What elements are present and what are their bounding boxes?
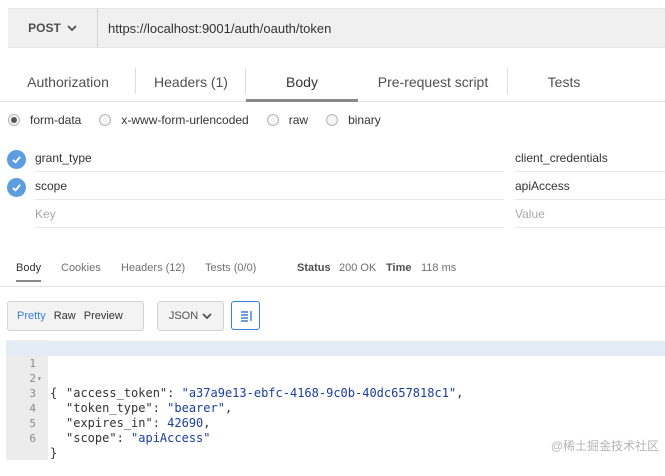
json-key: "scope": [66, 431, 117, 445]
view-mode-group: Pretty Raw Preview: [7, 301, 144, 331]
response-tab-headers[interactable]: Headers (12): [121, 262, 185, 274]
radio-form-data[interactable]: form-data: [8, 113, 81, 127]
tab-headers[interactable]: Headers (1): [136, 62, 246, 101]
tab-body[interactable]: Body: [246, 62, 358, 102]
form-value-field[interactable]: apiAccess: [515, 172, 665, 200]
watermark: @稀土掘金技术社区: [550, 439, 659, 453]
form-key-field[interactable]: scope: [35, 172, 504, 200]
form-row: grant_type client_credentials: [0, 144, 665, 172]
method-label: POST: [28, 21, 61, 35]
time-value: 118 ms: [421, 262, 457, 274]
chevron-down-icon: [67, 25, 77, 32]
form-row: scope apiAccess: [0, 172, 665, 200]
chevron-down-icon: [202, 313, 212, 320]
status-label: Status: [297, 262, 331, 274]
request-bar: POST https://localhost:9001/auth/oauth/t…: [8, 8, 665, 48]
json-value: "apiAccess": [131, 431, 211, 445]
radio-icon[interactable]: [99, 114, 112, 126]
code-line: 2 "access_token": "a37a9e13-ebfc-4168-9c…: [0, 356, 665, 400]
raw-button[interactable]: Raw: [50, 310, 80, 322]
response-tab-body[interactable]: Body: [16, 262, 42, 282]
tab-authorization[interactable]: Authorization: [0, 62, 136, 101]
radio-raw[interactable]: raw: [266, 113, 308, 127]
divider: [0, 286, 665, 287]
status-value: 200 OK: [339, 262, 377, 274]
pretty-button[interactable]: Pretty: [13, 310, 50, 322]
checkbox-checked-icon[interactable]: [7, 150, 26, 169]
radio-binary[interactable]: binary: [326, 113, 381, 127]
response-tabs: Body Cookies Headers (12) Tests (0/0) St…: [0, 256, 665, 284]
body-type-selector: form-data x-www-form-urlencoded raw bina…: [8, 112, 399, 128]
wrap-lines-button[interactable]: [231, 301, 260, 330]
wrap-lines-icon: [240, 310, 252, 322]
method-dropdown[interactable]: POST: [8, 9, 98, 47]
response-tab-cookies[interactable]: Cookies: [61, 262, 101, 274]
preview-button[interactable]: Preview: [80, 310, 127, 322]
tab-tests[interactable]: Tests: [508, 62, 620, 101]
radio-icon[interactable]: [266, 114, 279, 126]
radio-icon[interactable]: [326, 114, 339, 126]
tab-pre-request-script[interactable]: Pre-request script: [358, 62, 508, 101]
line-number: 6: [29, 432, 36, 445]
radio-checked-icon[interactable]: [8, 114, 20, 126]
value-input-placeholder[interactable]: Value: [515, 200, 665, 228]
code-line: 3 "token_type": "bearer",: [0, 371, 665, 415]
checkbox-checked-icon[interactable]: [7, 178, 26, 197]
code-text: }: [50, 446, 58, 460]
form-key-field[interactable]: grant_type: [35, 144, 504, 172]
url-input[interactable]: https://localhost:9001/auth/oauth/token: [98, 21, 331, 36]
form-row-empty: Key Value: [0, 200, 665, 228]
code-line: 5 "scope": "apiAccess": [0, 401, 665, 445]
response-tab-tests[interactable]: Tests (0/0): [205, 262, 256, 274]
code-line: 6 }: [0, 416, 665, 460]
request-tabs: Authorization Headers (1) Body Pre-reque…: [0, 62, 665, 102]
key-input-placeholder[interactable]: Key: [35, 200, 504, 228]
format-dropdown[interactable]: JSON: [157, 301, 224, 331]
form-value-field[interactable]: client_credentials: [515, 144, 665, 172]
radio-x-www-form-urlencoded[interactable]: x-www-form-urlencoded: [99, 113, 249, 127]
code-line: 1 ▾ {: [0, 341, 665, 400]
code-line: 4 "expires_in": 42690,: [0, 386, 665, 430]
time-label: Time: [386, 262, 412, 274]
format-label: JSON: [168, 310, 199, 322]
